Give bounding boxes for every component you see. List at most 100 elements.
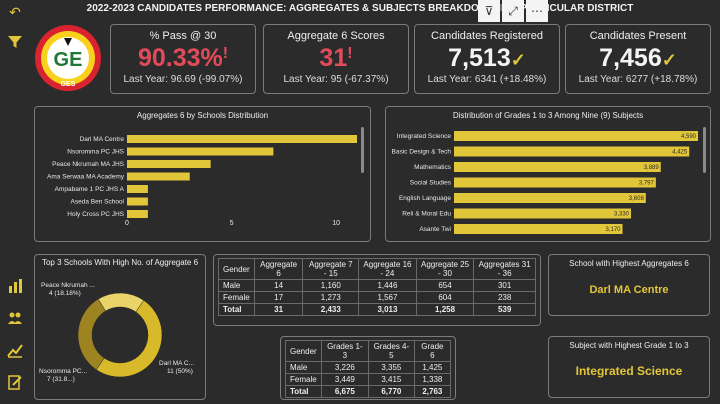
bar-chart-icon[interactable] <box>6 278 24 296</box>
trend-chart-icon[interactable] <box>6 342 24 360</box>
data-label: 3,330 <box>614 212 630 218</box>
table-cell: 1,338 <box>413 373 452 386</box>
table-cell: 1,425 <box>413 361 452 374</box>
column-header[interactable]: Grade 6 <box>413 340 452 362</box>
focus-mode-icon[interactable]: ⤢ <box>502 0 524 22</box>
table-cell: 2,763 <box>413 385 452 398</box>
kpi-sub: Last Year: 95 (-67.37%) <box>283 74 389 85</box>
kpi-label: Candidates Registered <box>431 30 543 42</box>
column-header[interactable]: Aggregate 25 - 30 <box>415 258 475 280</box>
table-cell: 6,770 <box>368 385 415 398</box>
column-header[interactable]: Gender <box>285 340 322 362</box>
kpi-pass-rate[interactable]: % Pass @ 30 90.33%! Last Year: 96.69 (-9… <box>110 24 256 94</box>
table-row: Male 3,226 3,355 1,425 <box>285 361 452 374</box>
kpi-sub: Last Year: 6277 (+18.78%) <box>578 74 698 85</box>
kpi-sub: Last Year: 96.69 (-99.07%) <box>123 74 243 85</box>
category-label: English Language <box>399 195 451 202</box>
highest-subject-value: Integrated Science <box>575 364 683 378</box>
ges-logo: GE GES <box>34 24 102 92</box>
table-cell: 604 <box>415 291 475 304</box>
scrollbar <box>703 127 706 173</box>
table-row: Total 31 2,433 3,013 1,258 539 <box>218 303 536 316</box>
table-cell: Total <box>285 385 322 398</box>
logo-initials-center: GE <box>54 49 83 71</box>
donut-chart-svg: Darl MA C...11 (50%) Nsoromma PC...7 (31.… <box>39 282 194 383</box>
filter-icon[interactable]: ⊽ <box>478 0 500 22</box>
table-header-row: Gender Aggregate 6 Aggregate 7 - 15 Aggrega… <box>218 258 536 280</box>
table-row: Female 17 1,273 1,567 604 238 <box>218 291 536 304</box>
data-label: 4,425 <box>672 150 688 156</box>
slice-label: Darl MA C... <box>159 360 194 367</box>
chart-title: Aggregates 6 by Schools Distribution <box>136 111 269 120</box>
column-header[interactable]: Aggregate 16 - 24 <box>358 258 417 280</box>
kpi-label: Aggregate 6 Scores <box>287 30 385 42</box>
table-cell: 301 <box>473 279 536 292</box>
chart-top3-schools[interactable]: Top 3 Schools With High No. of Aggregate… <box>34 254 206 400</box>
data-label: 3,170 <box>605 227 621 233</box>
bar <box>454 162 661 172</box>
column-header[interactable]: Aggregate 7 - 15 <box>302 258 360 280</box>
bar <box>454 177 656 188</box>
table-cell: 3,449 <box>320 373 370 386</box>
highest-subject-label: Subject with Highest Grade 1 to 3 <box>569 341 689 350</box>
column-header[interactable]: Grades 4-5 <box>368 340 415 362</box>
category-label: Nsoromma PC JHS <box>67 149 124 156</box>
category-label: Mathematics <box>414 164 452 171</box>
table-cell: 238 <box>473 291 536 304</box>
kpi-label: % Pass @ 30 <box>149 30 217 42</box>
grade-table: Gender Grades 1- 3 Grades 4-5 Grade 6 Male 3,… <box>285 340 452 398</box>
page-title: 2022-2023 CANDIDATES PERFORMANCE: AGGREG… <box>86 3 634 14</box>
slice-label: Peace Nkrumah ... <box>41 282 95 289</box>
slice-value-label: 4 (18.18%) <box>49 290 81 297</box>
highest-school-card[interactable]: School with Highest Aggregates 6 Darl MA… <box>548 254 710 316</box>
table-cell: Male <box>218 279 255 292</box>
category-label: Reli & Moral Edu <box>402 211 451 218</box>
kpi-value: 90.33%! <box>137 44 229 72</box>
donut-slice <box>97 292 145 313</box>
filter-funnel-icon[interactable] <box>6 34 24 52</box>
column-header[interactable]: Aggregates 31 - 36 <box>473 258 536 280</box>
x-tick-label: 5 <box>230 220 234 227</box>
bar <box>454 208 632 219</box>
visual-header: ⊽ ⤢ ⋯ <box>478 0 558 22</box>
category-label: Aseda Ben School <box>71 199 125 206</box>
column-header[interactable]: Gender <box>218 258 255 280</box>
table-cell: 1,273 <box>302 291 360 304</box>
bar <box>127 160 211 168</box>
kpi-aggregate6[interactable]: Aggregate 6 Scores 31! Last Year: 95 (-6… <box>263 24 409 94</box>
chart-grades-by-subject[interactable]: Distribution of Grades 1 to 3 Among Nine… <box>385 106 711 242</box>
report-edit-icon[interactable] <box>6 374 24 392</box>
more-options-icon[interactable]: ⋯ <box>526 0 548 22</box>
category-label: Asante Twi <box>419 226 451 233</box>
bar <box>127 185 148 193</box>
kpi-sub: Last Year: 6341 (+18.48%) <box>427 74 547 85</box>
kpi-value: 31! <box>319 44 353 72</box>
bar-chart-svg: Darl MA Centre Nsoromma PC JHS Peace Nkrum… <box>47 127 364 227</box>
aggregate-table: Gender Aggregate 6 Aggregate 7 - 15 Aggrega… <box>218 258 536 316</box>
check-mark-icon: ✓ <box>661 50 677 70</box>
check-mark-icon: ✓ <box>510 50 526 70</box>
table-cell: 3,355 <box>368 361 415 374</box>
category-label: Darl MA Centre <box>80 136 125 143</box>
table-row: Female 3,449 3,415 1,338 <box>285 373 452 386</box>
back-arrow-icon[interactable]: ↶ <box>6 4 24 22</box>
scrollbar <box>361 127 364 173</box>
kpi-present[interactable]: Candidates Present 7,456✓ Last Year: 627… <box>565 24 711 94</box>
column-header[interactable]: Aggregate 6 <box>253 258 304 280</box>
bar <box>127 197 148 206</box>
kpi-registered[interactable]: Candidates Registered 7,513✓ Last Year: … <box>414 24 560 94</box>
category-label: Ama Serwaa MA Academy <box>47 174 125 181</box>
table-cell: 2,433 <box>302 303 360 316</box>
column-header[interactable]: Grades 1- 3 <box>320 340 370 362</box>
aggregate-table-card[interactable]: Gender Aggregate 6 Aggregate 7 - 15 Aggrega… <box>213 254 541 326</box>
bar <box>127 135 357 143</box>
people-icon[interactable] <box>6 310 24 328</box>
bar <box>454 146 690 157</box>
grade-table-card[interactable]: Gender Grades 1- 3 Grades 4-5 Grade 6 Male 3,… <box>280 336 456 400</box>
logo-initials: GES <box>61 81 76 88</box>
highest-subject-card[interactable]: Subject with Highest Grade 1 to 3 Integr… <box>548 336 710 398</box>
bar <box>127 172 190 181</box>
chart-agg6-by-school[interactable]: Aggregates 6 by Schools Distribution Dar… <box>34 106 371 242</box>
table-cell: 1,446 <box>358 279 417 292</box>
data-label: 3,797 <box>639 181 655 187</box>
